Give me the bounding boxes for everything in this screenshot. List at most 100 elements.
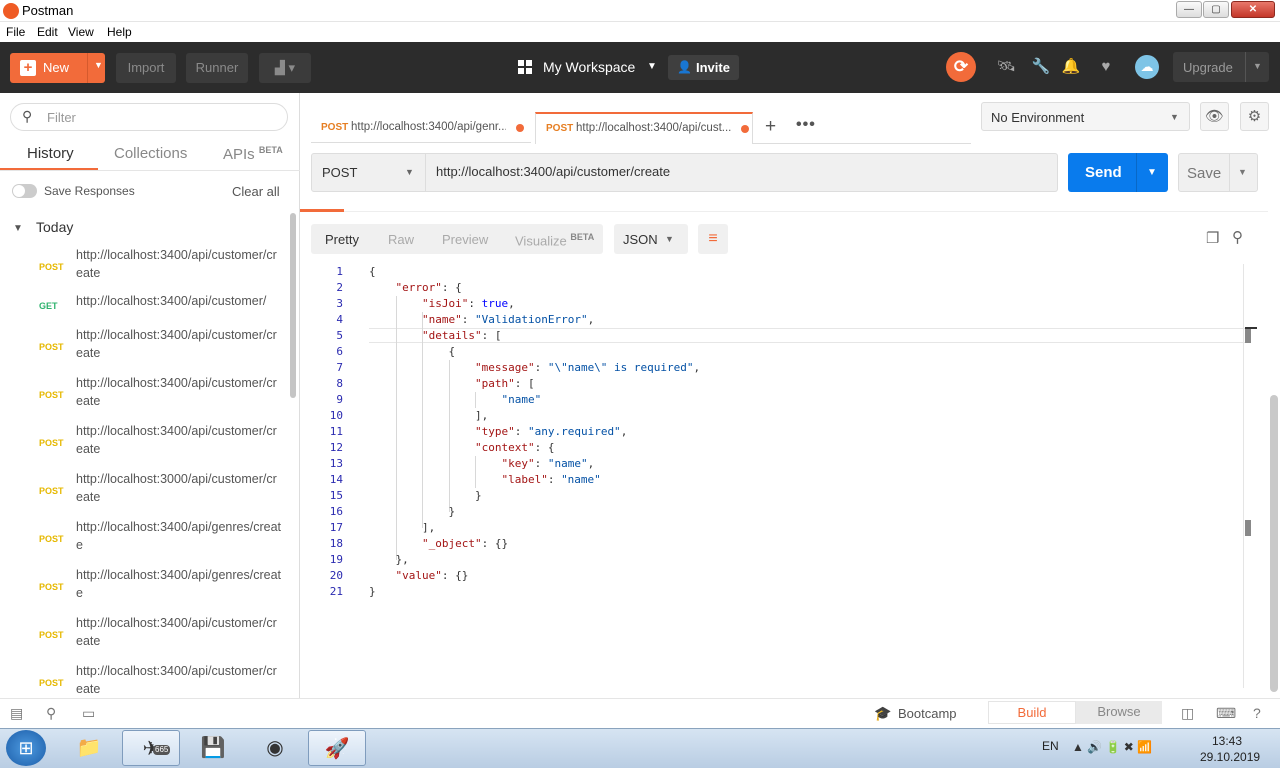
history-group-today[interactable]: Today xyxy=(36,219,73,235)
request-tab-active[interactable]: POST http://localhost:3400/api/cust... xyxy=(535,112,753,144)
history-item[interactable]: POST http://localhost:3400/api/customer/c… xyxy=(0,608,290,656)
wrench-icon[interactable]: 🔧 xyxy=(1031,57,1051,77)
filter-placeholder: Filter xyxy=(47,110,76,125)
code-text: } xyxy=(369,505,456,518)
more-tabs-icon[interactable]: ••• xyxy=(796,116,816,134)
tab-url: http://localhost:3400/api/cust... xyxy=(576,122,731,134)
file-explorer-icon[interactable]: 📁 xyxy=(60,730,118,766)
tab-collections[interactable]: Collections xyxy=(114,145,187,162)
runner-button[interactable]: Runner xyxy=(186,53,248,83)
minimize-button[interactable]: — xyxy=(1176,1,1202,18)
two-pane-view-icon[interactable]: ◫ xyxy=(1181,705,1194,722)
send-button[interactable]: Send ▼ xyxy=(1068,153,1168,192)
upgrade-button[interactable]: Upgrade ▼ xyxy=(1173,52,1269,82)
history-item[interactable]: POST http://localhost:3400/api/customer/c… xyxy=(0,416,290,464)
response-body-code[interactable]: 1{2 "error": {3 "isJoi": true, 4 "name": … xyxy=(310,264,1245,604)
console-icon[interactable]: ▭ xyxy=(82,705,95,722)
tab-strip-border xyxy=(753,143,971,144)
wrap-lines-icon[interactable]: ≡ xyxy=(698,224,728,254)
history-item[interactable]: POST http://localhost:3400/api/genres/cre… xyxy=(0,560,290,608)
line-number: 16 xyxy=(329,505,343,518)
chevron-down-icon[interactable]: ▼ xyxy=(94,60,103,70)
filter-input[interactable]: ⚲ Filter xyxy=(10,103,288,131)
code-text: "details": [ xyxy=(421,329,502,342)
find-replace-icon[interactable]: ⚲ xyxy=(46,705,56,722)
history-item[interactable]: POST http://localhost:3000/api/customer/c… xyxy=(0,464,290,512)
menu-view[interactable]: View xyxy=(68,25,94,39)
workspace-chevron-icon[interactable]: ▼ xyxy=(647,61,657,72)
windows-start-icon[interactable]: ⊞ xyxy=(6,730,46,766)
heart-icon[interactable]: ♥ xyxy=(1096,57,1116,77)
postman-taskbar-icon[interactable]: 🚀 xyxy=(308,730,366,766)
history-url: http://localhost:3400/api/customer/creat… xyxy=(76,664,277,696)
close-button[interactable]: ✕ xyxy=(1231,1,1275,18)
system-tray-icons[interactable]: ▲ 🔊 🔋 ✖ 📶 xyxy=(1072,740,1152,754)
maximize-button[interactable]: ▢ xyxy=(1203,1,1229,18)
chrome-icon[interactable]: ◉ xyxy=(246,730,304,766)
url-input[interactable]: http://localhost:3400/api/customer/creat… xyxy=(426,153,1058,192)
unsaved-dot-icon xyxy=(516,124,524,132)
bootcamp-button[interactable]: Bootcamp xyxy=(898,706,957,721)
clock-date[interactable]: 29.10.2019 xyxy=(1200,750,1260,764)
gear-icon[interactable]: ⚙ xyxy=(1240,102,1269,131)
menu-edit[interactable]: Edit xyxy=(37,25,58,39)
workspace-selector[interactable]: My Workspace xyxy=(543,59,635,75)
view-tab-preview[interactable]: Preview xyxy=(442,232,488,247)
tab-apis[interactable]: APIs BETA xyxy=(223,145,283,163)
view-tab-pretty[interactable]: Pretty xyxy=(325,232,359,247)
format-select[interactable]: JSON ▼ xyxy=(614,224,688,254)
build-tab[interactable]: Build xyxy=(988,701,1076,724)
history-item[interactable]: POST http://localhost:3400/api/genres/cre… xyxy=(0,512,290,560)
help-icon[interactable]: ? xyxy=(1253,705,1261,721)
line-number: 3 xyxy=(336,297,343,310)
new-window-icon: ▟ ▾ xyxy=(274,60,296,75)
satellite-icon[interactable]: 🛰 xyxy=(996,57,1016,77)
menu-file[interactable]: File xyxy=(6,25,25,39)
request-tab[interactable]: POST http://localhost:3400/api/genr... xyxy=(311,113,531,143)
telegram-icon[interactable]: ✈ 665 xyxy=(122,730,180,766)
chevron-down-icon[interactable]: ▼ xyxy=(1238,167,1247,177)
invite-button[interactable]: 👤 Invite xyxy=(668,55,739,80)
sync-icon[interactable]: ⟳ xyxy=(946,52,976,82)
browse-tab[interactable]: Browse xyxy=(1076,701,1162,724)
code-line: 17 ], xyxy=(310,520,1245,536)
tab-apis-label: APIs xyxy=(223,146,255,163)
history-item[interactable]: POST http://localhost:3400/api/customer/c… xyxy=(0,240,290,288)
history-method: POST xyxy=(39,486,64,496)
main-scrollbar[interactable] xyxy=(1270,395,1278,692)
line-number: 8 xyxy=(336,377,343,390)
sidebar-scrollbar[interactable] xyxy=(290,213,296,398)
add-tab-icon[interactable]: + xyxy=(765,116,776,138)
chevron-down-icon[interactable]: ▼ xyxy=(13,223,23,234)
new-button[interactable]: + New ▼ xyxy=(10,53,105,83)
history-item[interactable]: POST http://localhost:3400/api/customer/c… xyxy=(0,320,290,368)
view-tab-visualize[interactable]: Visualize BETA xyxy=(515,232,594,248)
chevron-down-icon[interactable]: ▼ xyxy=(1253,61,1262,71)
save-button[interactable]: Save ▼ xyxy=(1178,153,1258,192)
language-indicator[interactable]: EN xyxy=(1042,739,1059,753)
line-number: 11 xyxy=(329,425,343,438)
toggle-sidebar-icon[interactable]: ▤ xyxy=(10,705,23,722)
disk-utility-icon[interactable]: 💾 xyxy=(184,730,242,766)
import-button[interactable]: Import xyxy=(116,53,176,83)
keyboard-shortcuts-icon[interactable]: ⌨ xyxy=(1216,705,1236,722)
view-tab-raw[interactable]: Raw xyxy=(388,232,414,247)
clock-time[interactable]: 13:43 xyxy=(1212,734,1242,748)
copy-icon[interactable]: ❐ xyxy=(1206,229,1219,247)
environment-select[interactable]: No Environment ▼ xyxy=(981,102,1190,131)
user-avatar-icon[interactable]: ☁ xyxy=(1135,55,1159,79)
method-select[interactable]: POST ▼ xyxy=(311,153,426,192)
code-line: 12 "context": { xyxy=(310,440,1245,456)
menu-help[interactable]: Help xyxy=(107,25,132,39)
save-responses-toggle[interactable] xyxy=(12,184,37,198)
clear-all-button[interactable]: Clear all xyxy=(232,184,280,199)
environment-quick-look-eye-icon[interactable]: 👁 xyxy=(1200,102,1229,131)
search-icon[interactable]: ⚲ xyxy=(1232,228,1243,246)
bell-icon[interactable]: 🔔 xyxy=(1061,57,1081,77)
history-item[interactable]: POST http://localhost:3400/api/customer/c… xyxy=(0,368,290,416)
chevron-down-icon[interactable]: ▼ xyxy=(1147,167,1157,178)
tab-history[interactable]: History xyxy=(27,145,74,162)
new-window-button[interactable]: ▟ ▾ xyxy=(259,53,311,83)
code-text: ], xyxy=(369,409,489,422)
history-item[interactable]: POST http://localhost:3400/api/customer/c… xyxy=(0,656,290,704)
